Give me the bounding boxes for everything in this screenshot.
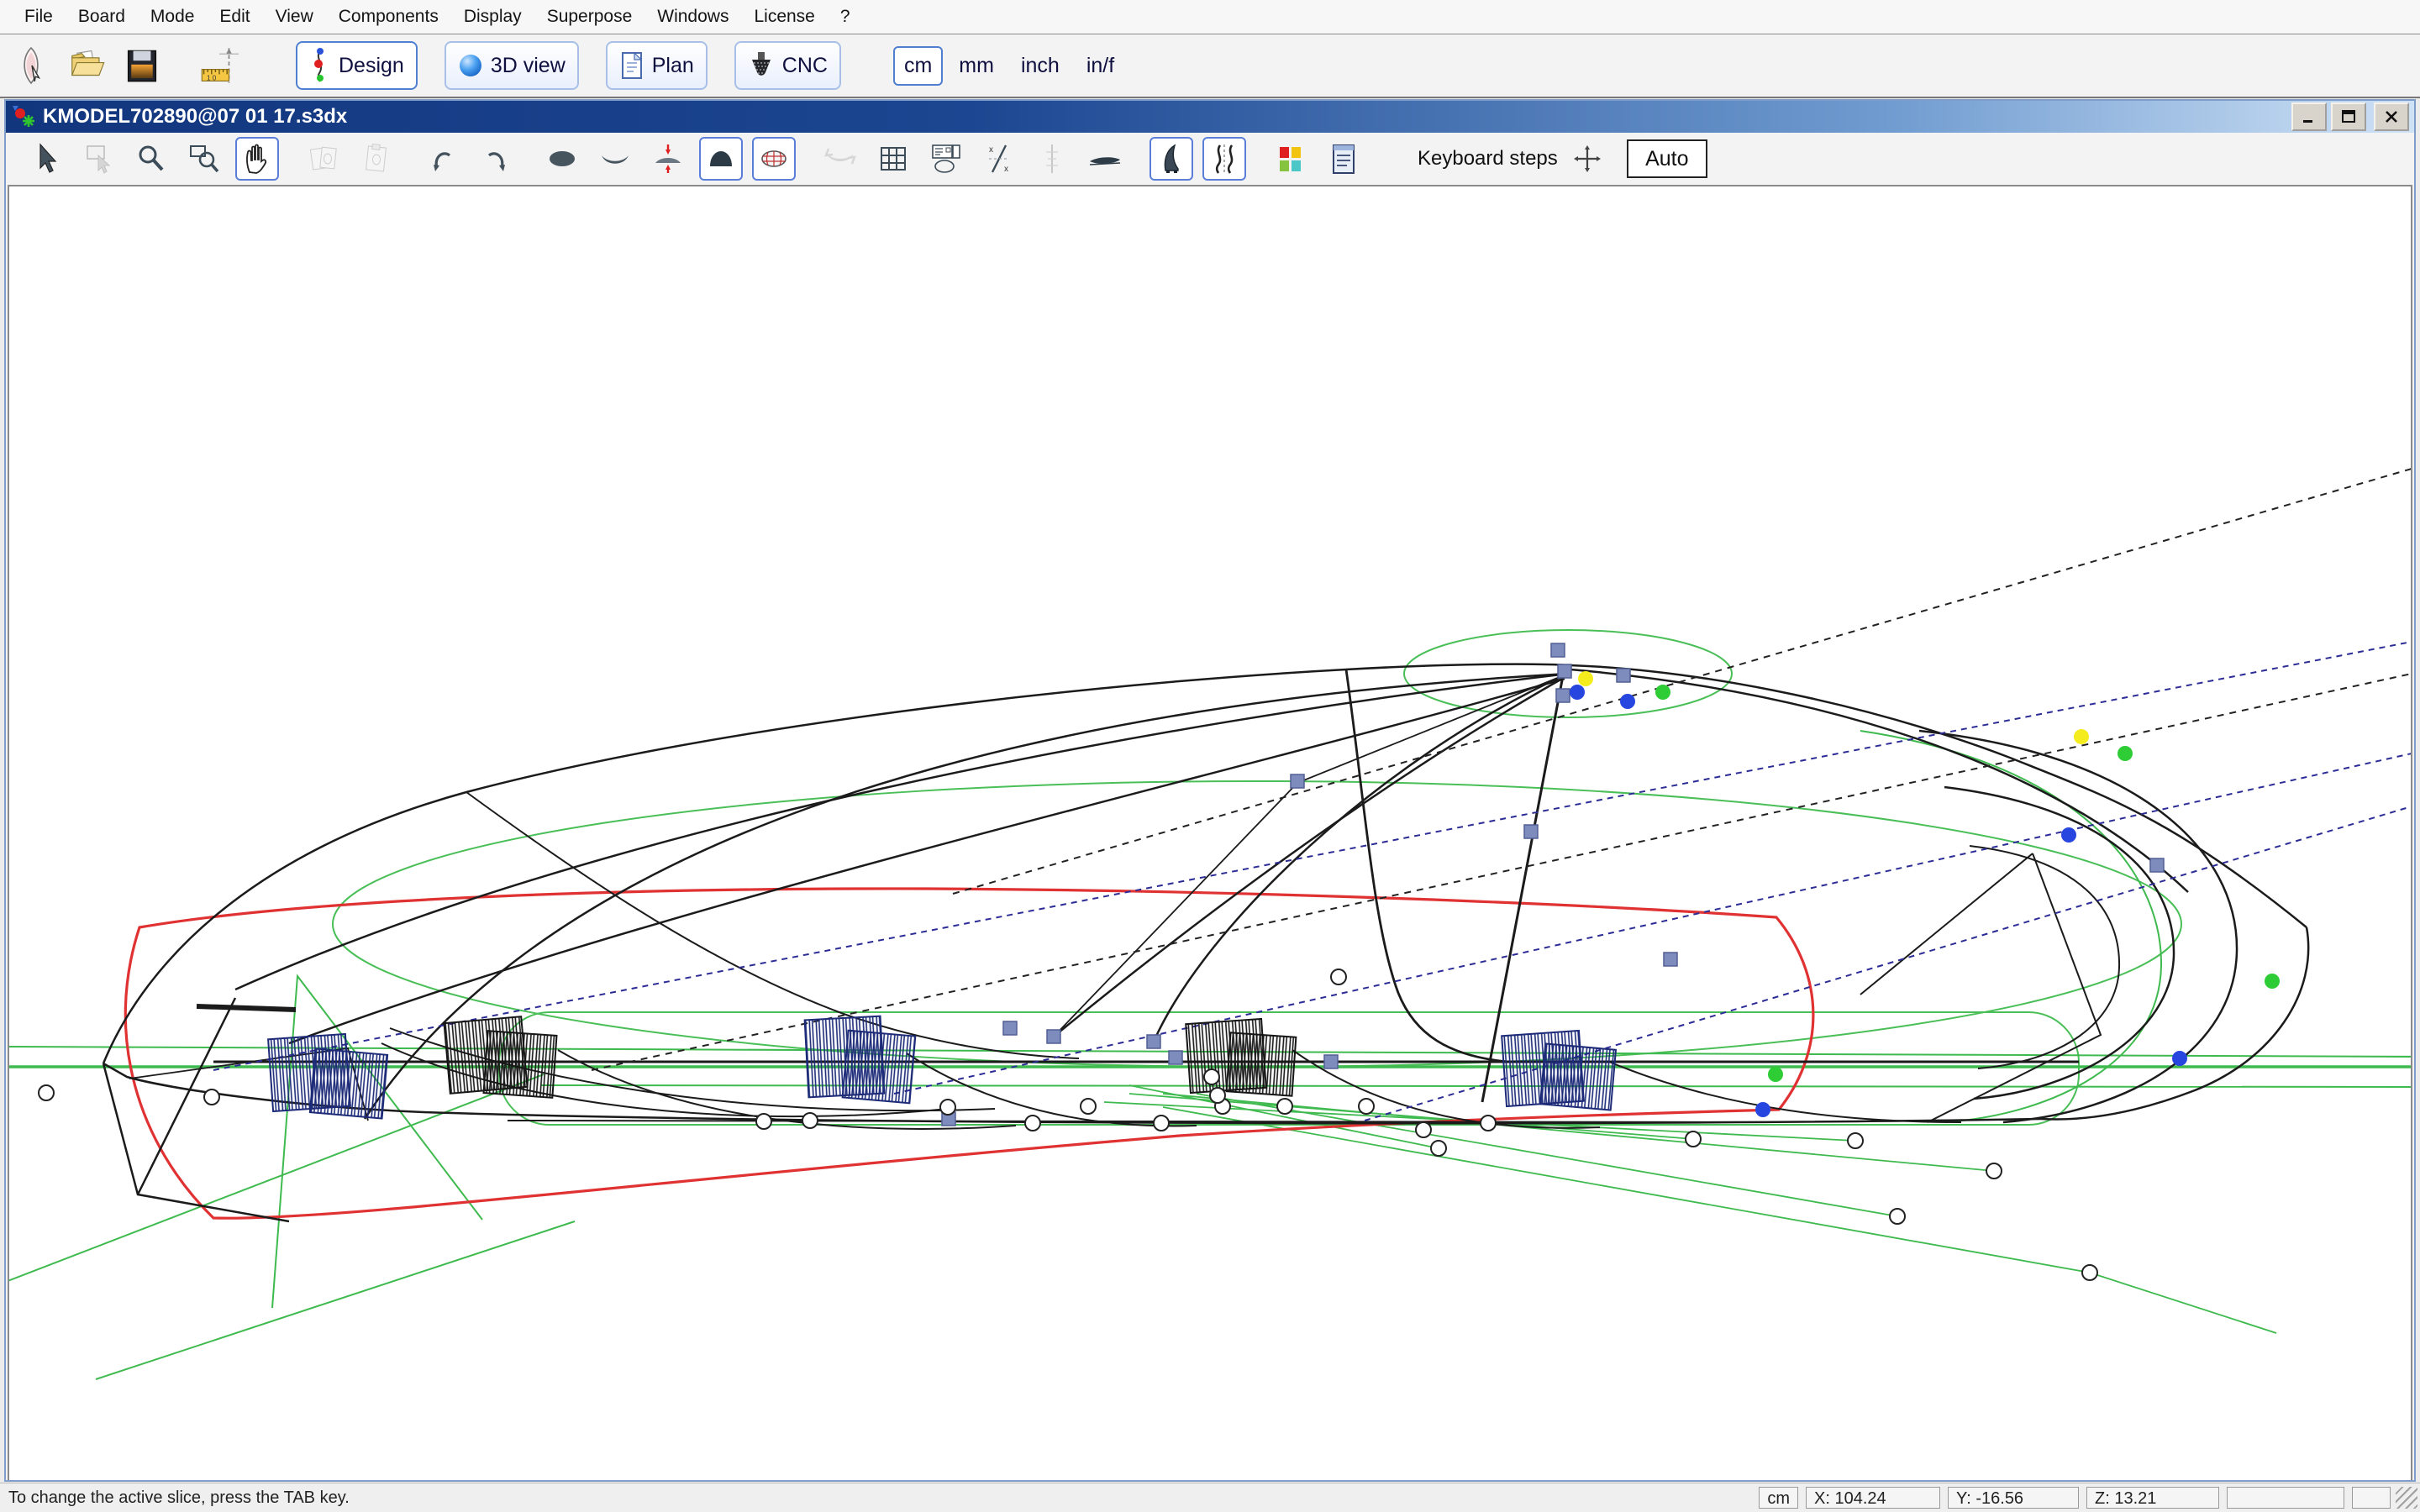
auto-button[interactable]: Auto [1627, 139, 1707, 178]
paste-slice-icon[interactable] [355, 137, 398, 181]
keyboard-steps-label: Keyboard steps [1418, 147, 1558, 171]
select-arrow-icon[interactable] [24, 137, 67, 181]
slice-view-icon[interactable] [699, 137, 743, 181]
maximize-icon [2340, 109, 2357, 124]
close-button[interactable] [2374, 102, 2409, 131]
slice-grid-icon[interactable] [752, 137, 796, 181]
status-message: To change the active slice, press the TA… [0, 1488, 1751, 1508]
board-side-icon[interactable] [1083, 137, 1127, 181]
pan-hand-icon[interactable] [235, 137, 279, 181]
sphere-icon [458, 53, 483, 78]
open-folder-icon[interactable] [62, 41, 111, 90]
maximize-button[interactable] [2331, 102, 2366, 131]
move-cross-icon [1573, 144, 1602, 173]
zoom-icon[interactable] [129, 137, 173, 181]
document-window: KMODEL702890@07 01 17.s3dx [4, 99, 2416, 1482]
status-z: Z: 13.21 [2086, 1487, 2219, 1509]
keyboard-steps-move[interactable] [1573, 144, 1602, 173]
design-nodes-icon [309, 48, 331, 83]
units-group: cm mm inch in/f [893, 46, 1125, 86]
menu-item[interactable]: File [12, 7, 66, 27]
s-curve-icon[interactable] [1202, 137, 1246, 181]
window-title: KMODEL702890@07 01 17.s3dx [43, 105, 347, 129]
select-box-icon[interactable] [76, 137, 120, 181]
cnc-view-label: CNC [782, 54, 828, 78]
grid-icon[interactable] [871, 137, 915, 181]
menu-item[interactable]: License [741, 7, 827, 27]
menu-item[interactable]: Board [66, 7, 138, 27]
menu-item[interactable]: Windows [644, 7, 741, 27]
undo-icon[interactable] [421, 137, 465, 181]
status-x: X: 104.24 [1806, 1487, 1940, 1509]
svg-text:x: x [989, 145, 993, 155]
menu-bar: FileBoardModeEditViewComponentsDisplaySu… [0, 0, 2420, 34]
unit-cm[interactable]: cm [893, 46, 943, 86]
unit-inch[interactable]: inch [1010, 46, 1071, 86]
main-toolbar: 1 0 Design 3D view Plan [0, 34, 2420, 98]
control-points[interactable] [39, 643, 2280, 1280]
plan-view-label: Plan [652, 54, 694, 78]
edit-toolbar: x x [6, 133, 2414, 185]
copy-slice-icon[interactable] [302, 137, 345, 181]
wireframe-green [9, 630, 2412, 1379]
minimize-button[interactable] [2291, 102, 2327, 131]
svg-text:x: x [1004, 165, 1008, 174]
minimize-icon [2301, 109, 2317, 124]
window-controls [2291, 102, 2409, 131]
menu-item[interactable]: Components [326, 7, 451, 27]
cut-axis-icon[interactable]: x x [977, 137, 1021, 181]
dimensions-icon[interactable]: 1 0 [195, 41, 244, 90]
menu-item[interactable]: ? [828, 7, 863, 27]
design-view-button[interactable]: Design [296, 41, 418, 90]
svg-text:1 0: 1 0 [207, 74, 217, 81]
status-y: Y: -16.56 [1948, 1487, 2079, 1509]
unit-inf[interactable]: in/f [1076, 46, 1125, 86]
plan-doc-icon [619, 51, 644, 80]
thickness-view-icon[interactable] [646, 137, 690, 181]
wireframe-drawing [9, 186, 2412, 1480]
cnc-bit-icon [748, 50, 775, 81]
title-bar[interactable]: KMODEL702890@07 01 17.s3dx [6, 101, 2414, 133]
design-view-label: Design [339, 54, 404, 78]
fin-icon[interactable] [1150, 137, 1193, 181]
axis-icon[interactable] [1030, 137, 1074, 181]
redo-icon[interactable] [474, 137, 518, 181]
menu-item[interactable]: Superpose [534, 7, 645, 27]
design-canvas[interactable] [8, 185, 2412, 1480]
save-icon[interactable] [118, 41, 166, 90]
flip-board-icon[interactable] [818, 137, 862, 181]
wireframe-black [103, 664, 2308, 1221]
resize-grip[interactable] [2396, 1487, 2417, 1509]
colors-icon[interactable] [1269, 137, 1313, 181]
plan-view-button[interactable]: Plan [606, 41, 708, 90]
3d-view-button[interactable]: 3D view [445, 41, 579, 90]
close-icon [2383, 109, 2400, 124]
measurements-icon[interactable] [924, 137, 968, 181]
3d-view-label: 3D view [491, 54, 566, 78]
wireframe-dashed [213, 469, 2412, 1121]
status-empty-2 [2352, 1487, 2391, 1509]
status-bar: To change the active slice, press the TA… [0, 1483, 2420, 1512]
menu-item[interactable]: Mode [138, 7, 208, 27]
zoom-window-icon[interactable] [182, 137, 226, 181]
rocker-view-icon[interactable] [593, 137, 637, 181]
menu-item[interactable]: Display [451, 7, 534, 27]
unit-mm[interactable]: mm [948, 46, 1005, 86]
outline-view-icon[interactable] [540, 137, 584, 181]
board-icon[interactable] [7, 41, 55, 90]
window-app-icon [11, 104, 36, 129]
status-empty-1 [2227, 1487, 2344, 1509]
menu-item[interactable]: View [263, 7, 326, 27]
status-unit: cm [1759, 1487, 1798, 1509]
menu-item[interactable]: Edit [207, 7, 262, 27]
cnc-view-button[interactable]: CNC [734, 41, 841, 90]
notes-icon[interactable] [1322, 137, 1365, 181]
